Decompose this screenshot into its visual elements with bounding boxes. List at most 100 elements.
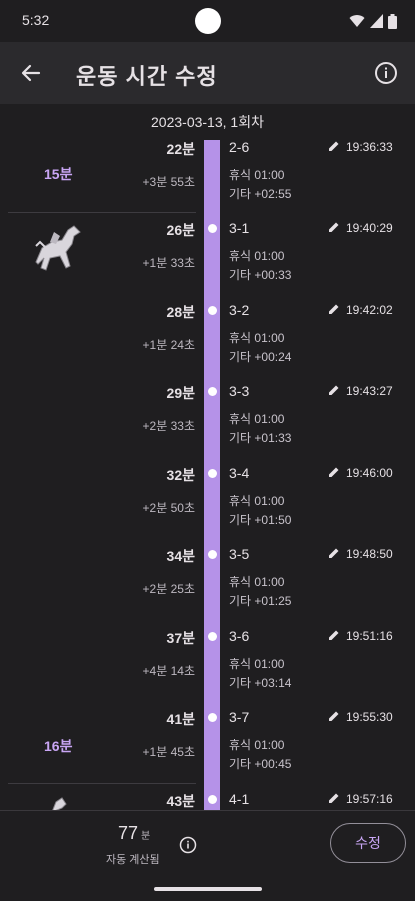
row-rest: 휴식 01:00: [229, 494, 285, 508]
timeline-dot: [208, 469, 217, 478]
row-other: 기타 +01:50: [229, 513, 292, 527]
row-minute: 29분: [166, 385, 195, 401]
row-time: 19:57:16: [346, 792, 393, 806]
back-button[interactable]: [16, 58, 46, 88]
timeline-dot: [208, 795, 217, 804]
info-icon: [375, 62, 397, 84]
row-other: 기타 +00:33: [229, 268, 292, 282]
row-rest: 휴식 01:00: [229, 412, 285, 426]
row-time: 19:55:30: [346, 710, 393, 724]
row-other: 기타 +01:33: [229, 431, 292, 445]
timeline-dot: [208, 632, 217, 641]
edit-button[interactable]: 수정: [330, 823, 406, 863]
row-delta: +2분 25초: [142, 582, 195, 596]
timeline-dot: [208, 387, 217, 396]
row-set: 3-5: [229, 546, 250, 562]
row-other: 기타 +01:25: [229, 594, 292, 608]
row-minute: 37분: [166, 630, 195, 646]
row-delta: +1분 24초: [142, 338, 195, 352]
row-set: 3-4: [229, 465, 250, 481]
timeline-row[interactable]: 34분 +2분 25초 3-5 휴식 01:00 기타 +01:25 19:48…: [0, 546, 415, 628]
page-title: 운동 시간 수정: [76, 64, 218, 89]
timeline-row[interactable]: 41분 +1분 45초 3-7 휴식 01:00 기타 +00:45 19:55…: [0, 709, 415, 791]
total-value: 77: [118, 823, 139, 843]
row-minute: 43분: [166, 793, 195, 809]
row-time: 19:48:50: [346, 547, 393, 561]
battery-icon: [388, 13, 397, 29]
row-minute: 34분: [166, 548, 195, 564]
timeline-row[interactable]: 26분 +1분 33초 3-1 휴식 01:00 기타 +00:33 19:40…: [0, 220, 415, 302]
date-header: 2023-03-13, 1회차: [0, 104, 415, 140]
pencil-icon[interactable]: [328, 547, 340, 559]
pencil-icon[interactable]: [328, 221, 340, 233]
row-rest: 휴식 01:00: [229, 249, 285, 263]
row-rest: 휴식 01:00: [229, 168, 285, 182]
row-rest: 휴식 01:00: [229, 657, 285, 671]
timeline-row[interactable]: 32분 +2분 50초 3-4 휴식 01:00 기타 +01:50 19:46…: [0, 465, 415, 547]
timeline-dot: [208, 550, 217, 559]
row-set: 3-2: [229, 302, 250, 318]
row-minute: 28분: [166, 304, 195, 320]
row-time: 19:46:00: [346, 466, 393, 480]
row-set: 3-7: [229, 709, 250, 725]
row-set: 3-6: [229, 628, 250, 644]
row-rest: 휴식 01:00: [229, 331, 285, 345]
status-time: 5:32: [22, 12, 50, 28]
row-delta: +3분 55초: [142, 175, 195, 189]
timeline-row[interactable]: 22분 +3분 55초 2-6 휴식 01:00 기타 +02:55 19:36…: [0, 139, 415, 221]
pencil-icon[interactable]: [328, 466, 340, 478]
timeline-list[interactable]: 2023-03-13, 1회차 15분 16분 22분 +3분 55초 2-6 …: [0, 104, 415, 810]
row-minute: 26분: [166, 222, 195, 238]
row-set: 3-3: [229, 383, 250, 399]
row-other: 기타 +02:55: [229, 187, 292, 201]
timeline-dot: [208, 713, 217, 722]
timeline-row[interactable]: 37분 +4분 14초 3-6 휴식 01:00 기타 +03:14 19:51…: [0, 628, 415, 710]
row-delta: +2분 50초: [142, 501, 195, 515]
row-set: 3-1: [229, 220, 250, 236]
status-icons: [349, 13, 397, 29]
pencil-icon[interactable]: [328, 629, 340, 641]
timeline-row[interactable]: 43분 4-1 19:57:16: [0, 791, 415, 810]
timeline-row[interactable]: 28분 +1분 24초 3-2 휴식 01:00 기타 +00:24 19:42…: [0, 302, 415, 384]
row-delta: +1분 45초: [142, 745, 195, 759]
app-bar: 운동 시간 수정: [0, 42, 415, 104]
row-minute: 41분: [166, 711, 195, 727]
info-icon: [179, 836, 197, 854]
row-delta: +2분 33초: [142, 419, 195, 433]
camera-cutout: [195, 8, 221, 34]
footer: 77 분 자동 계산됨 수정: [0, 810, 415, 901]
pencil-icon[interactable]: [328, 710, 340, 722]
signal-icon: [370, 14, 383, 28]
info-button[interactable]: [371, 58, 401, 88]
total-label: 자동 계산됨: [106, 854, 160, 866]
timeline-row[interactable]: 29분 +2분 33초 3-3 휴식 01:00 기타 +01:33 19:43…: [0, 383, 415, 465]
total-unit: 분: [141, 831, 151, 842]
row-set: 4-1: [229, 791, 250, 807]
row-time: 19:36:33: [346, 140, 393, 154]
total-time: 77 분: [118, 823, 150, 844]
row-time: 19:42:02: [346, 303, 393, 317]
pencil-icon[interactable]: [328, 384, 340, 396]
row-delta: +1분 33초: [142, 256, 195, 270]
pencil-icon[interactable]: [328, 792, 340, 804]
row-time: 19:40:29: [346, 221, 393, 235]
row-set: 2-6: [229, 139, 250, 155]
row-rest: 휴식 01:00: [229, 738, 285, 752]
row-rest: 휴식 01:00: [229, 575, 285, 589]
arrow-left-icon: [21, 64, 41, 82]
wifi-icon: [349, 15, 365, 27]
home-indicator[interactable]: [154, 887, 262, 891]
row-minute: 32분: [166, 467, 195, 483]
status-bar: 5:32: [0, 0, 415, 42]
pencil-icon[interactable]: [328, 303, 340, 315]
row-delta: +4분 14초: [142, 664, 195, 678]
timeline-dot: [208, 224, 217, 233]
footer-info-button[interactable]: [178, 835, 198, 855]
row-minute: 22분: [166, 141, 195, 157]
row-other: 기타 +00:45: [229, 757, 292, 771]
timeline-dot: [208, 306, 217, 315]
row-time: 19:43:27: [346, 384, 393, 398]
pencil-icon[interactable]: [328, 140, 340, 152]
row-other: 기타 +03:14: [229, 676, 292, 690]
row-other: 기타 +00:24: [229, 350, 292, 364]
